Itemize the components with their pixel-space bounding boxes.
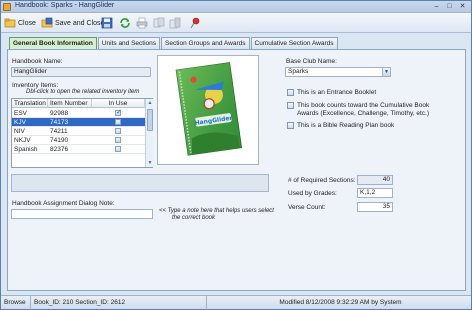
close-label: Close — [18, 19, 36, 27]
print-button[interactable] — [136, 16, 148, 30]
tab-units-and-sections[interactable]: Units and Sections — [97, 37, 161, 49]
base-club-value: Sparks — [288, 68, 309, 75]
translation-cell: NIV — [14, 128, 25, 135]
dialog-note-label: Handbook Assignment Dialog Note: — [12, 200, 115, 207]
documents-icon — [153, 17, 165, 28]
in-use-checkbox[interactable] — [115, 108, 122, 116]
handbook-name-field[interactable]: HangGlider — [11, 67, 151, 77]
translation-cell: ESV — [14, 110, 28, 117]
column-header-item-number[interactable]: Item Number — [48, 99, 92, 108]
status-bar: Browse Book_ID: 210 Section_ID: 2612 Mod… — [1, 295, 471, 310]
status-ids: Book_ID: 210 Section_ID: 2612 — [31, 296, 207, 310]
minimize-button[interactable]: – — [431, 2, 442, 11]
toolbar: Close Save and Close — [1, 13, 471, 33]
save-and-close-button[interactable]: Save and Close — [41, 16, 104, 30]
close-window-button[interactable]: ✕ — [457, 2, 468, 11]
table-row[interactable]: NIV 74211 — [12, 127, 145, 136]
pushpin-icon — [190, 17, 200, 29]
item-number-cell: 92988 — [50, 110, 69, 117]
book-cover-image: HangGlider — [157, 55, 259, 165]
verse-count-label: Verse Count: — [288, 204, 326, 211]
table-row[interactable]: KJV 74173 — [12, 118, 145, 127]
dialog-note-input[interactable] — [11, 209, 153, 219]
handbook-window: Handbook: Sparks - HangGlider – □ ✕ Clos… — [0, 0, 472, 310]
documents-button[interactable] — [153, 16, 165, 30]
inventory-items-label: Inventory Items: — [12, 82, 59, 89]
item-number-cell: 74211 — [50, 128, 68, 135]
base-club-select[interactable]: Sparks ▼ — [285, 67, 391, 77]
verse-count-field[interactable]: 35 — [357, 202, 393, 212]
scroll-thumb[interactable] — [147, 109, 153, 131]
column-header-translation[interactable]: Translation — [12, 99, 48, 108]
bible-reading-plan-checkbox[interactable] — [287, 122, 294, 129]
inventory-hint: Dbl-click to open the related inventory … — [26, 89, 140, 95]
base-club-label: Base Club Name: — [286, 58, 337, 65]
dialog-note-hint-line1: << Type a note here that helps users sel… — [159, 208, 274, 214]
handbook-name-label: Handbook Name: — [12, 58, 63, 65]
printer-icon — [136, 17, 148, 29]
pin-button[interactable] — [189, 16, 201, 30]
window-title: Handbook: Sparks - HangGlider — [15, 2, 115, 9]
inventory-scrollbar[interactable]: ▲ ▼ — [145, 99, 153, 167]
in-use-checkbox[interactable] — [115, 146, 121, 152]
tab-section-groups-and-awards[interactable]: Section Groups and Awards — [161, 37, 250, 49]
title-bar[interactable]: Handbook: Sparks - HangGlider – □ ✕ — [1, 1, 471, 13]
scroll-down-arrow-icon[interactable]: ▼ — [146, 159, 154, 167]
tab-cumulative-section-awards[interactable]: Cumulative Section Awards — [250, 37, 338, 49]
folder-close-icon — [4, 18, 16, 28]
inventory-grid-header: Translation Item Number In Use — [12, 99, 145, 108]
required-sections-label: # of Required Sections: — [288, 177, 356, 184]
dialog-note-hint-line2: the correct book — [172, 215, 216, 221]
refresh-icon — [120, 18, 130, 28]
maximize-button[interactable]: □ — [444, 2, 455, 11]
in-use-checkbox[interactable] — [115, 137, 121, 143]
close-button[interactable]: Close — [4, 16, 36, 30]
in-use-checkbox[interactable] — [115, 119, 121, 125]
export-icon — [169, 17, 181, 29]
save-button[interactable] — [101, 16, 113, 30]
item-number-cell: 74173 — [50, 119, 69, 126]
inventory-grid[interactable]: Translation Item Number In Use ESV 92988… — [11, 98, 153, 168]
export-button[interactable] — [169, 16, 181, 30]
required-sections-field[interactable]: 40 — [357, 175, 393, 185]
save-and-close-label: Save and Close — [55, 19, 105, 27]
table-row[interactable]: Spanish 82376 — [12, 145, 145, 154]
used-by-grades-label: Used by Grades: — [288, 190, 337, 197]
item-number-cell: 74190 — [50, 137, 69, 144]
book-cover-illustration: HangGlider — [158, 56, 258, 164]
table-row[interactable]: NKJV 74190 — [12, 136, 145, 145]
entrance-booklet-label: This is an Entrance Booklet — [297, 89, 377, 96]
status-modified: Modified 8/12/2008 9:32:29 AM by System — [279, 299, 402, 306]
bible-reading-plan-label: This is a Bible Reading Plan book — [297, 122, 395, 129]
table-row[interactable]: ESV 92988 — [12, 108, 145, 118]
book-icon — [3, 3, 11, 11]
save-close-icon — [41, 17, 53, 28]
translation-cell: NKJV — [14, 137, 31, 144]
entrance-booklet-checkbox[interactable] — [287, 89, 294, 96]
cumulative-awards-label-line1: This book counts toward the Cumulative B… — [297, 102, 430, 109]
translation-cell: Spanish — [14, 146, 38, 153]
status-mode: Browse — [1, 296, 31, 310]
in-use-checkbox[interactable] — [115, 128, 121, 134]
scroll-up-arrow-icon[interactable]: ▲ — [146, 99, 154, 107]
refresh-button[interactable] — [119, 16, 131, 30]
item-number-cell: 82376 — [50, 146, 69, 153]
tab-strip: General Book Information Units and Secti… — [9, 37, 339, 50]
cumulative-awards-label-line2: Awards (Excellence, Challenge, Timothy, … — [297, 110, 429, 117]
translation-cell: KJV — [14, 119, 26, 126]
cumulative-awards-checkbox[interactable] — [287, 102, 294, 109]
floppy-disk-icon — [101, 17, 113, 29]
chevron-down-icon[interactable]: ▼ — [382, 68, 390, 76]
used-by-grades-field[interactable]: K,1,2 — [357, 188, 393, 198]
column-header-in-use[interactable]: In Use — [92, 99, 145, 108]
notes-display-area — [11, 174, 269, 192]
